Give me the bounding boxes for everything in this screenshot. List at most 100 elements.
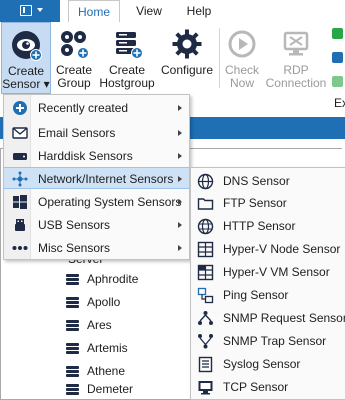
tab-help[interactable]: Help <box>176 0 222 22</box>
server-icon <box>66 384 79 395</box>
menu-item-label: USB Sensors <box>38 218 111 232</box>
dots-icon <box>12 246 28 250</box>
create-sensor-label: Create Sensor ▾ <box>2 64 50 91</box>
submenu-item-label: HTTP Sensor <box>223 219 296 233</box>
dns-icon <box>197 173 214 190</box>
create-hostgroup-icon <box>116 32 143 59</box>
submenu-item-label: Hyper-V Node Sensor <box>223 242 341 256</box>
submenu-item-label: DNS Sensor <box>223 174 290 188</box>
chevron-right-icon <box>178 176 182 182</box>
recent-plus-icon <box>13 101 27 115</box>
menu-item-misc-sensors[interactable]: Misc Sensors <box>4 237 189 259</box>
create-group-label: Create Group <box>55 63 93 90</box>
create-group-icon <box>61 31 89 59</box>
submenu-item-http-sensor[interactable]: HTTP Sensor <box>191 215 345 238</box>
chevron-right-icon <box>178 105 182 111</box>
network-icon <box>12 171 28 187</box>
ping-icon <box>197 287 214 304</box>
chevron-right-icon <box>178 130 182 136</box>
snmp-trap-icon <box>198 334 213 349</box>
ftp-folder-icon <box>197 198 214 210</box>
menu-item-label: Harddisk Sensors <box>38 149 133 163</box>
create-sensor-icon <box>12 31 42 61</box>
menu-item-usb-sensors[interactable]: USB Sensors <box>4 214 189 236</box>
tree-node-label: Apollo <box>87 295 121 309</box>
ribbon: Create Sensor ▾ Create Group Create Host… <box>0 22 345 94</box>
server-icon <box>66 343 79 354</box>
app-menu-button[interactable] <box>0 0 60 22</box>
hyperv-vm-icon <box>197 264 214 281</box>
ribbon-group-label-truncated: Ex <box>334 96 345 110</box>
submenu-item-snmp-trap-sensor[interactable]: SNMP Trap Sensor <box>191 330 345 353</box>
rdp-monitor-icon <box>283 31 309 56</box>
chevron-right-icon <box>178 153 182 159</box>
ribbon-separator <box>219 28 220 88</box>
submenu-item-syslog-sensor[interactable]: Syslog Sensor <box>191 353 345 376</box>
check-now-label: Check Now <box>224 63 259 90</box>
tree-node-label: Artemis <box>87 341 128 355</box>
create-sensor-menu: Recently created Email Sensors Harddisk … <box>3 94 190 260</box>
submenu-item-label: SNMP Request Sensor <box>223 311 345 325</box>
email-icon <box>12 127 28 139</box>
menu-item-network-internet-sensors[interactable]: Network/Internet Sensors <box>4 167 189 189</box>
configure-button[interactable]: Configure <box>158 22 216 94</box>
harddisk-icon <box>13 153 27 160</box>
tab-view[interactable]: View <box>126 0 172 22</box>
play-small-icon[interactable] <box>332 76 343 87</box>
app-menu-icon <box>20 5 32 16</box>
chevron-down-icon <box>37 8 43 12</box>
rdp-connection-label: RDP Connection <box>265 63 327 90</box>
chevron-right-icon <box>178 245 182 251</box>
submenu-item-ftp-sensor[interactable]: FTP Sensor <box>191 192 345 215</box>
windows-icon <box>13 195 27 209</box>
submenu-item-tcp-sensor[interactable]: TCP Sensor <box>191 376 345 399</box>
create-hostgroup-button[interactable]: Create Hostgroup <box>98 22 156 94</box>
pause-icon[interactable] <box>332 52 343 63</box>
menu-item-label: Operating System Sensors <box>38 195 182 209</box>
tree-node-label: Ares <box>87 318 112 332</box>
tree-node-label: Athene <box>87 364 126 378</box>
menu-item-recently-created[interactable]: Recently created <box>4 97 189 119</box>
tree-node-label: Aphrodite <box>87 272 139 286</box>
submenu-item-snmp-request-sensor[interactable]: SNMP Request Sensor <box>191 307 345 330</box>
server-icon <box>66 274 79 285</box>
menu-item-harddisk-sensors[interactable]: Harddisk Sensors <box>4 145 189 167</box>
resume-icon[interactable] <box>332 28 343 39</box>
submenu-item-label: TCP Sensor <box>223 380 289 394</box>
server-icon <box>66 366 79 377</box>
snmp-request-icon <box>198 311 213 325</box>
menu-item-label: Email Sensors <box>38 126 116 140</box>
gear-icon <box>172 29 202 59</box>
server-icon <box>66 320 79 331</box>
tab-home[interactable]: Home <box>68 0 120 23</box>
submenu-item-ping-sensor[interactable]: Ping Sensor <box>191 284 345 307</box>
rdp-connection-button[interactable]: RDP Connection <box>265 22 327 94</box>
tcp-icon <box>198 381 213 395</box>
submenu-item-hyperv-vm-sensor[interactable]: Hyper-V VM Sensor <box>191 261 345 284</box>
hyperv-node-icon <box>197 241 214 258</box>
chevron-right-icon <box>178 222 182 228</box>
menu-item-email-sensors[interactable]: Email Sensors <box>4 122 189 144</box>
server-icon <box>66 297 79 308</box>
menu-item-label: Misc Sensors <box>38 241 111 255</box>
menu-item-operating-system-sensors[interactable]: Operating System Sensors <box>4 191 189 213</box>
network-sensors-submenu: DNS Sensor FTP Sensor HTTP Sensor Hyper-… <box>190 167 345 400</box>
submenu-item-label: Ping Sensor <box>223 288 289 302</box>
http-globe-icon <box>197 218 214 235</box>
menu-item-label: Recently created <box>38 101 129 115</box>
play-icon <box>228 30 256 58</box>
check-now-button[interactable]: Check Now <box>222 22 262 94</box>
submenu-item-label: FTP Sensor <box>223 196 287 210</box>
create-sensor-button[interactable]: Create Sensor ▾ <box>1 22 51 94</box>
tree-node-label: Demeter <box>87 382 134 396</box>
create-group-button[interactable]: Create Group <box>52 22 96 94</box>
submenu-item-label: SNMP Trap Sensor <box>223 334 327 348</box>
create-hostgroup-label: Create Hostgroup <box>99 63 155 90</box>
ribbon-overflow-strip <box>330 22 345 94</box>
submenu-item-dns-sensor[interactable]: DNS Sensor <box>191 170 345 193</box>
chevron-right-icon <box>178 199 182 205</box>
submenu-item-hyperv-node-sensor[interactable]: Hyper-V Node Sensor <box>191 238 345 261</box>
syslog-icon <box>198 356 213 373</box>
usb-icon <box>15 219 25 231</box>
configure-label: Configure <box>160 63 214 77</box>
